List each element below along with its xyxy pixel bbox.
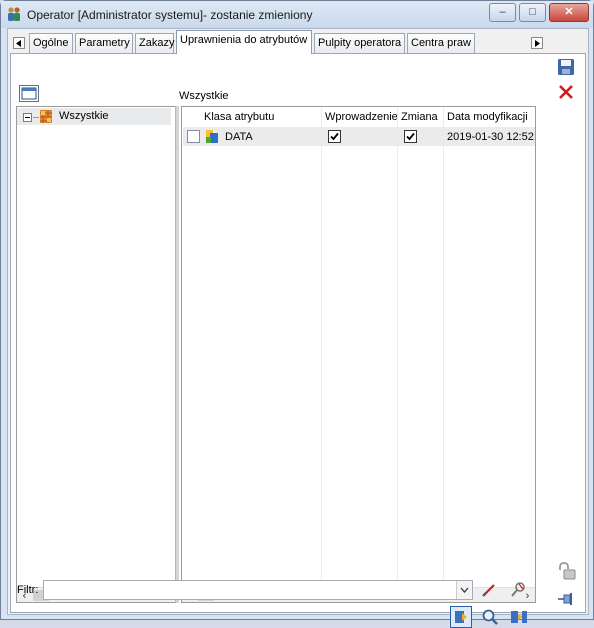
maximize-icon: □ [529, 6, 536, 18]
tab-ogolne[interactable]: Ogólne [29, 33, 73, 54]
search-button[interactable] [479, 606, 501, 628]
arrow-left-icon [16, 39, 21, 47]
panel-icon [21, 87, 37, 100]
filter-label: Filtr: [17, 584, 39, 596]
save-icon [558, 59, 574, 75]
lock-button[interactable] [556, 561, 576, 581]
column-header-wprowadzenie[interactable]: Wprowadzenie [321, 107, 398, 127]
pane-splitter[interactable] [175, 106, 179, 603]
tab-centra-praw[interactable]: Centra praw [407, 33, 475, 54]
cancel-button[interactable] [556, 82, 576, 102]
clear-filter-icon [482, 584, 495, 597]
tab-parametry[interactable]: Parametry [75, 33, 133, 54]
window-content: Ogólne Parametry Zakazy Uprawnienia do a… [7, 28, 589, 628]
apply-filter-icon [455, 611, 467, 623]
window-title: Operator [Administrator systemu]- zostan… [27, 8, 313, 22]
table-row[interactable]: DATA 2019-01-30 12:52:... [183, 127, 535, 146]
filter-settings-button[interactable] [507, 579, 529, 601]
magnifier-icon [482, 609, 498, 625]
cancel-icon [559, 85, 573, 99]
pin-icon [558, 593, 572, 605]
cell-modified-date: 2019-01-30 12:52:... [447, 131, 535, 143]
column-header-data-modyfikacji[interactable]: Data modyfikacji [443, 107, 535, 127]
tree-node-label: Wszystkie [59, 110, 109, 122]
tab-uprawnienia-do-atrybutow[interactable]: Uprawnienia do atrybutów [176, 30, 312, 54]
column-divider [397, 107, 398, 585]
attribute-class-icon [206, 130, 218, 143]
attributes-grid[interactable]: Klasa atrybutu Wprowadzenie Zmiana Data … [181, 106, 536, 603]
title-bar[interactable]: Operator [Administrator systemu]- zostan… [1, 1, 593, 28]
tab-pulpity-operatora[interactable]: Pulpity operatora [314, 33, 405, 54]
close-icon: ✕ [564, 6, 574, 18]
maximize-button[interactable]: □ [519, 3, 546, 22]
minimize-icon: – [499, 6, 506, 18]
filter-dropdown-button[interactable] [456, 581, 472, 599]
checkmark-icon [330, 132, 339, 141]
category-tree[interactable]: Wszystkie ‹ › [16, 106, 177, 603]
minimize-button[interactable]: – [489, 3, 516, 22]
tree-node-wszystkie[interactable]: Wszystkie [17, 108, 171, 125]
attach-button[interactable] [508, 606, 530, 628]
tab-scroll-left-button[interactable] [13, 37, 25, 49]
column-header-zmiana[interactable]: Zmiana [397, 107, 443, 127]
collapse-icon[interactable] [23, 113, 32, 122]
clear-filter-button[interactable] [478, 579, 500, 601]
arrow-right-icon [535, 39, 540, 47]
column-divider [443, 107, 444, 585]
tab-scroll-right-button[interactable] [531, 37, 543, 49]
checkmark-icon [406, 132, 415, 141]
save-button[interactable] [556, 57, 576, 77]
apply-filter-button[interactable] [450, 606, 472, 628]
change-checkbox[interactable] [404, 130, 417, 143]
operator-window: Operator [Administrator systemu]- zostan… [0, 0, 594, 628]
chevron-down-icon [460, 587, 469, 593]
column-divider [321, 107, 322, 585]
entry-checkbox[interactable] [328, 130, 341, 143]
pin-button[interactable] [556, 589, 576, 609]
filter-settings-icon [511, 582, 525, 597]
close-button[interactable]: ✕ [549, 3, 589, 22]
grid-caption: Wszystkie [179, 90, 229, 102]
column-header-klasa[interactable]: Klasa atrybutu [200, 107, 318, 127]
lock-icon [559, 562, 576, 580]
tree-view-button[interactable] [19, 85, 39, 102]
users-app-icon [8, 7, 20, 21]
cell-attribute-class: DATA [225, 131, 253, 143]
category-folder-icon [40, 110, 52, 123]
tab-panel-attributes: Wszystkie ‹ › Wszystkie Klasa atrybutu W… [10, 53, 586, 628]
tab-zakazy[interactable]: Zakazy [135, 33, 174, 54]
filter-input[interactable] [43, 580, 473, 600]
attach-icon [511, 611, 527, 623]
row-select-checkbox[interactable] [187, 130, 200, 143]
